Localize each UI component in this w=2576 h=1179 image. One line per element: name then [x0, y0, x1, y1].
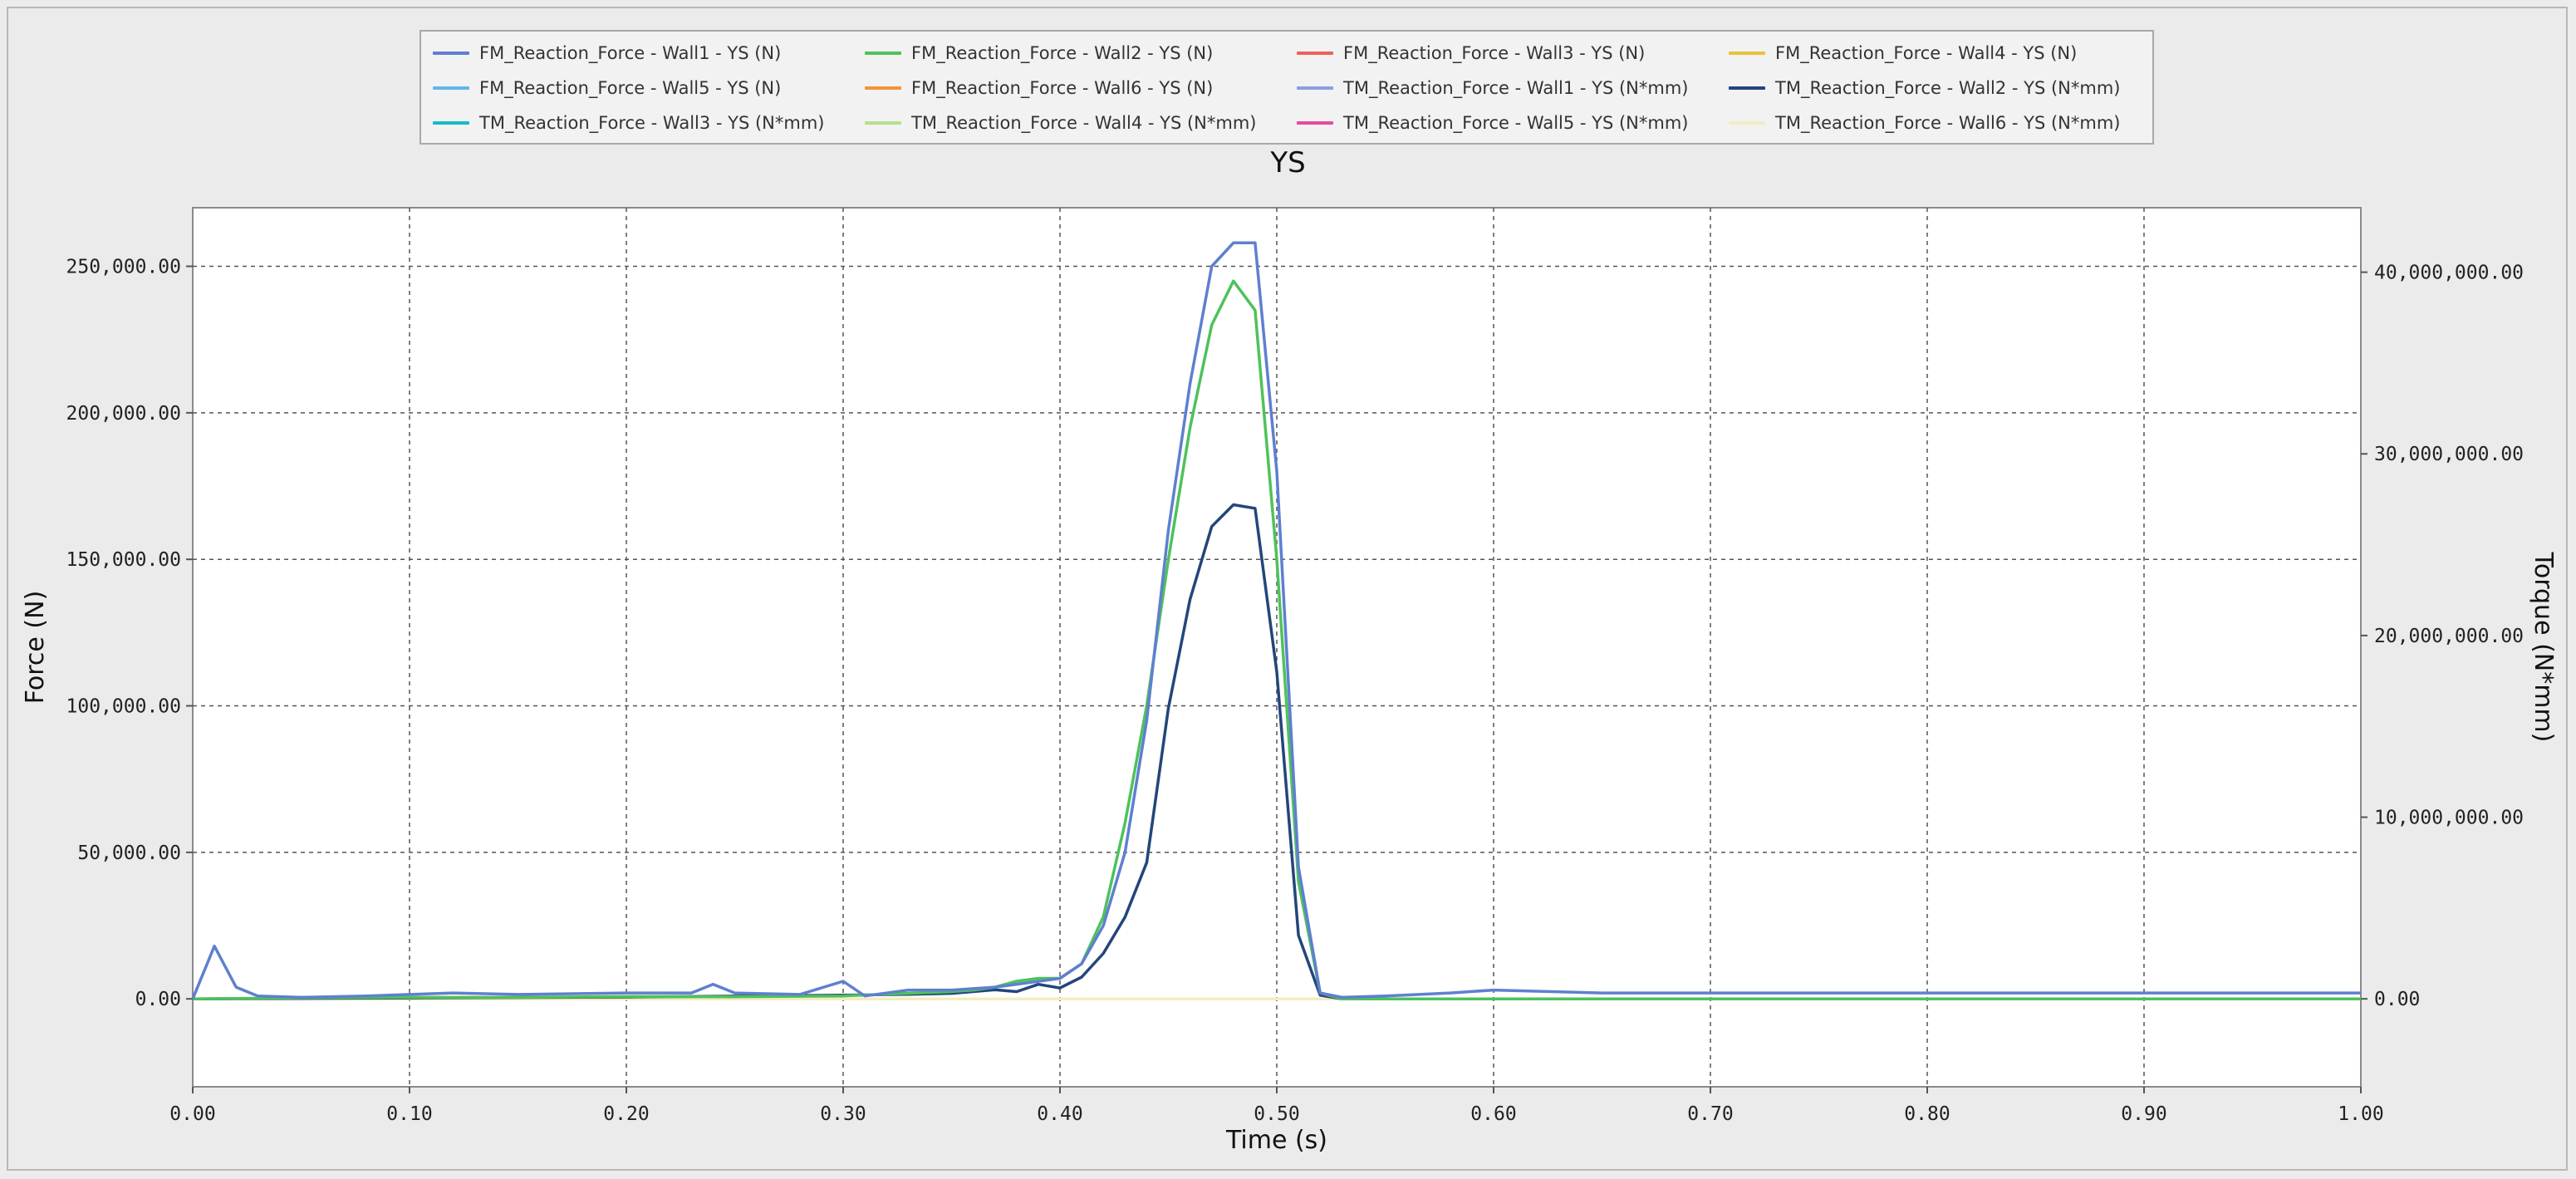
plot-area: 0.00 0.10 0.20 0.30 0.40 0.50 0.60 0.70 0.80 0.90…: [21, 207, 2558, 1155]
x-tick-label: 1.00: [2338, 1103, 2383, 1125]
x-tick-label: 0.30: [820, 1103, 866, 1125]
x-axis-label: Time (s): [1225, 1126, 1327, 1155]
x-tick-label: 0.80: [1904, 1103, 1950, 1125]
x-tick-label: 0.20: [603, 1103, 649, 1125]
x-tick-label: 0.00: [169, 1103, 215, 1125]
y-tick-label: 200,000.00: [66, 403, 181, 425]
y-tick-label: 150,000.00: [66, 549, 181, 571]
x-tick-label: 0.90: [2121, 1103, 2166, 1125]
x-tick-label: 0.50: [1254, 1103, 1299, 1125]
y2-axis-label: Torque (N*mm): [2529, 552, 2558, 743]
y-tick-label: 100,000.00: [66, 696, 181, 718]
y-tick-label: 50,000.00: [77, 842, 181, 864]
y2-tick-label: 20,000,000.00: [2374, 626, 2524, 647]
x-tick-label: 0.10: [386, 1103, 432, 1125]
y2-tick-label: 30,000,000.00: [2374, 444, 2524, 465]
plot-background: [192, 207, 2362, 1088]
y-tick-label: 0.00: [135, 989, 181, 1010]
y-tick-label: 250,000.00: [66, 257, 181, 278]
y-axis-label: Force (N): [21, 591, 50, 705]
y2-tick-label: 10,000,000.00: [2374, 808, 2524, 829]
y2-tick-label: 0.00: [2374, 989, 2420, 1010]
x-tick-label: 0.70: [1687, 1103, 1733, 1125]
x-tick-label: 0.60: [1470, 1103, 1516, 1125]
x-tick-label: 0.40: [1037, 1103, 1082, 1125]
y2-tick-label: 40,000,000.00: [2374, 263, 2524, 284]
